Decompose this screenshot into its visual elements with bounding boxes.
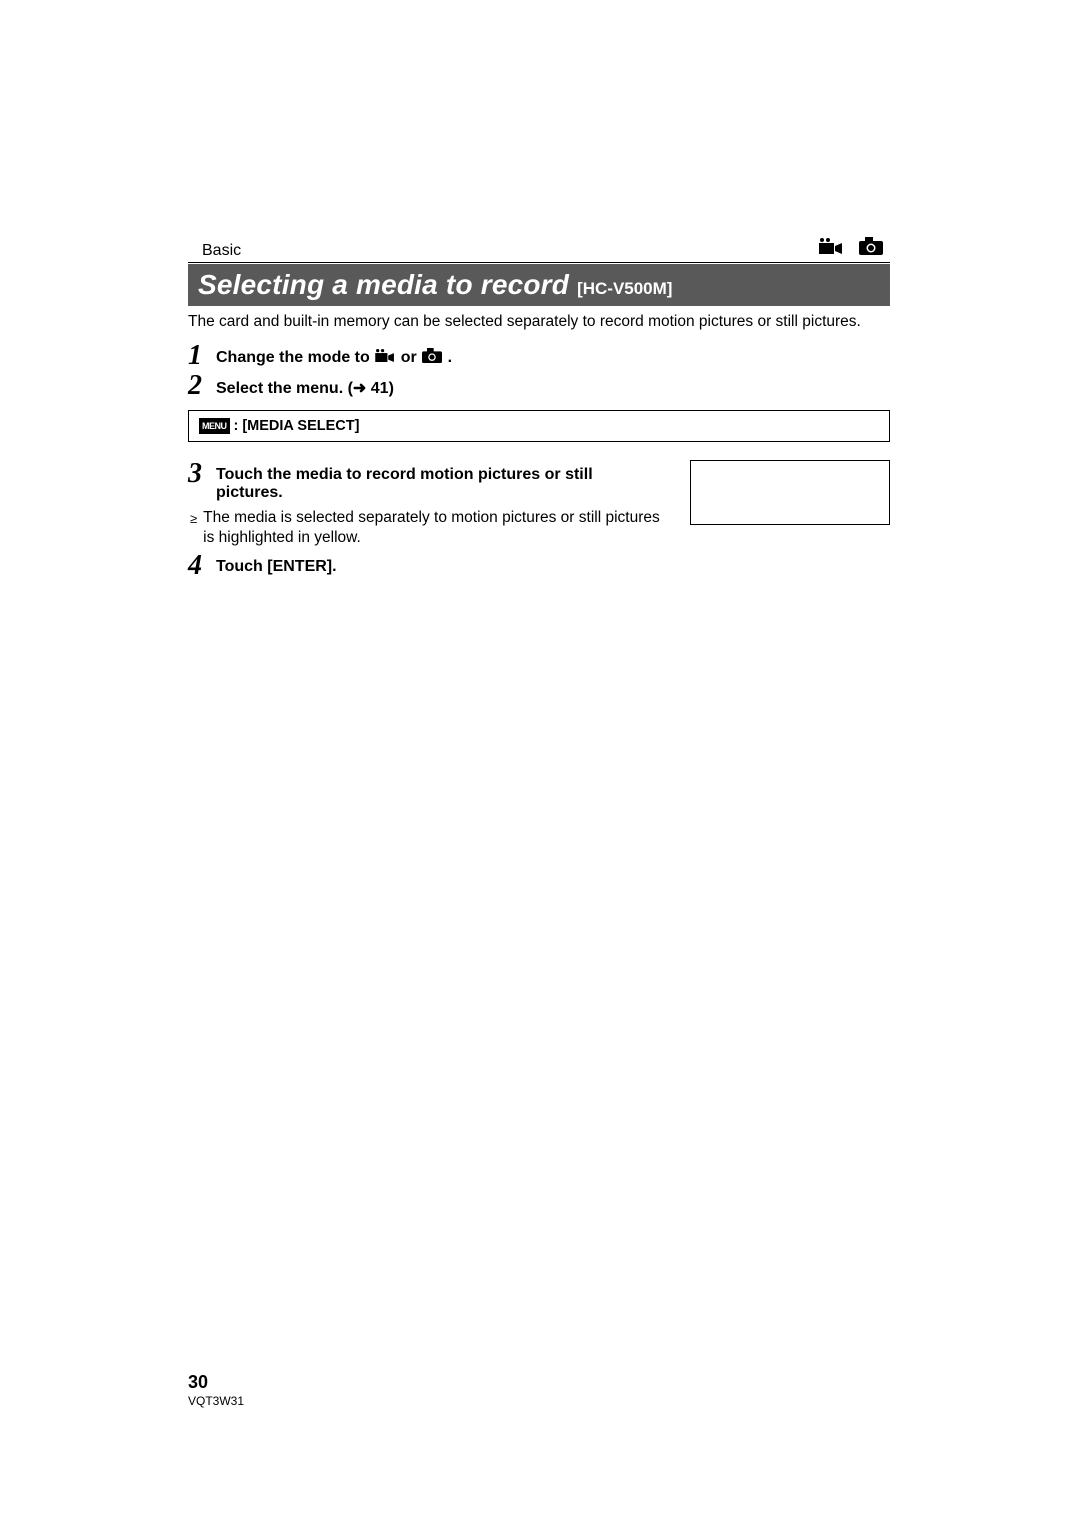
menu-path-box: MENU : [MEDIA SELECT] — [188, 410, 890, 442]
step-4-text: Touch [ENTER]. — [216, 558, 337, 575]
step-3-row: 3 Touch the media to record motion pictu… — [188, 460, 890, 580]
video-mode-icon — [819, 238, 843, 259]
step-4: 4 Touch [ENTER]. — [188, 552, 660, 580]
photo-mode-icon — [859, 237, 883, 260]
reference-arrow-icon: ➜ — [353, 378, 366, 398]
step-number: 3 — [188, 460, 208, 488]
step-2: 2 Select the menu. (➜ 41) — [188, 372, 890, 400]
step-1-text-pre: Change the mode to — [216, 349, 374, 366]
media-select-screenshot — [690, 460, 890, 525]
page-title: Selecting a media to record — [198, 269, 577, 300]
header-mode-icons — [818, 237, 890, 260]
video-mode-icon — [375, 349, 395, 367]
document-code: VQT3W31 — [188, 1394, 244, 1408]
page-footer: 30 VQT3W31 — [188, 1372, 244, 1408]
bullet-icon: ≥ — [190, 508, 197, 548]
page-title-bar: Selecting a media to record [HC-V500M] — [188, 264, 890, 306]
page-title-model: [HC-V500M] — [577, 279, 672, 298]
step-1-text-post: . — [448, 349, 452, 366]
step-number: 2 — [188, 372, 208, 400]
step-3-text: Touch the media to record motion picture… — [216, 466, 593, 501]
step-1-text-mid: or — [401, 349, 421, 366]
header-row: Basic — [188, 237, 890, 263]
step-2-text: Select the menu. ( — [216, 380, 353, 397]
note-text: The media is selected separately to moti… — [203, 508, 660, 548]
section-label: Basic — [188, 242, 241, 260]
intro-text: The card and built-in memory can be sele… — [188, 312, 890, 332]
step-1: 1 Change the mode to or . — [188, 342, 890, 370]
step-number: 4 — [188, 552, 208, 580]
menu-badge: MENU — [199, 418, 230, 434]
menu-path-text: : [MEDIA SELECT] — [234, 418, 360, 434]
page-number: 30 — [188, 1372, 244, 1393]
step-3-note: ≥ The media is selected separately to mo… — [188, 508, 660, 548]
step-3: 3 Touch the media to record motion pictu… — [188, 460, 660, 502]
step-number: 1 — [188, 342, 208, 370]
photo-mode-icon — [422, 348, 442, 368]
manual-page: Basic Selecting a media to record [HC-V5… — [0, 0, 1080, 1526]
step-2-ref: 41) — [366, 380, 394, 397]
